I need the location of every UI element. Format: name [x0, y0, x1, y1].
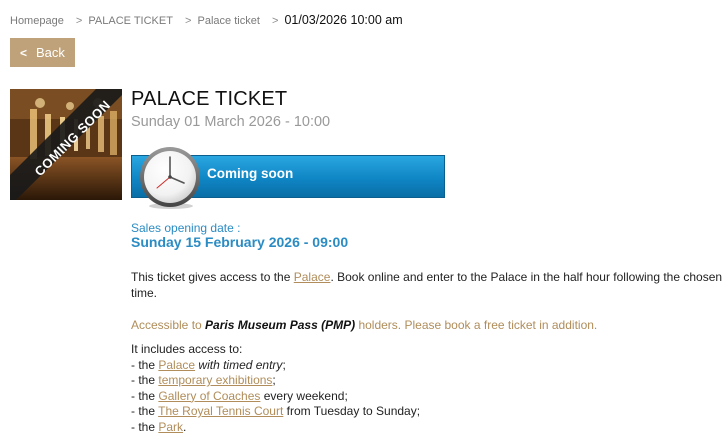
event-thumbnail[interactable]: COMING SOON	[10, 89, 122, 200]
page: Homepage > PALACE TICKET > Palace ticket…	[0, 0, 725, 445]
chevron-left-icon: <	[20, 46, 28, 60]
breadcrumb-palace-ticket-category[interactable]: PALACE TICKET	[88, 15, 173, 27]
palace-link[interactable]: Palace	[158, 358, 195, 372]
coming-soon-label: Coming soon	[207, 166, 294, 181]
gallery-of-coaches-link[interactable]: Gallery of Coaches	[158, 389, 260, 403]
breadcrumb: Homepage > PALACE TICKET > Palace ticket…	[10, 13, 403, 27]
list-item-prefix: - the	[131, 388, 159, 403]
list-item-suffix: from Tuesday to Sunday;	[283, 404, 421, 418]
includes-intro: It includes access to:	[131, 342, 243, 356]
sales-opening-date: Sunday 15 February 2026 - 09:00	[131, 234, 349, 250]
pmp-suffix: holders. Please book a free ticket in ad…	[355, 318, 598, 332]
list-item-prefix: - the	[131, 357, 159, 372]
list-item-note: with timed entry	[195, 357, 283, 372]
ticket-description: This ticket gives access to the Palace. …	[131, 269, 723, 301]
list-item: - the Park.	[131, 420, 420, 436]
list-item-suffix: .	[183, 419, 187, 434]
temporary-exhibitions-link[interactable]: temporary exhibitions	[158, 373, 272, 387]
back-button[interactable]: < Back	[10, 38, 75, 67]
breadcrumb-palace-ticket[interactable]: Palace ticket	[198, 15, 260, 27]
includes-list: It includes access to: - the Palace with…	[131, 342, 420, 435]
royal-tennis-court-link[interactable]: The Royal Tennis Court	[158, 404, 283, 418]
hall-of-mirrors-image: COMING SOON	[10, 89, 122, 200]
list-item: - the The Royal Tennis Court from Tuesda…	[131, 404, 420, 420]
ticket-title: PALACE TICKET	[131, 88, 288, 110]
back-button-label: Back	[36, 45, 65, 60]
breadcrumb-separator: >	[75, 15, 83, 27]
list-item-suffix: ;	[282, 357, 286, 372]
list-item: - the temporary exhibitions;	[131, 373, 420, 389]
park-link[interactable]: Park	[158, 420, 183, 434]
clock-icon	[140, 147, 200, 209]
list-item: - the Gallery of Coaches every weekend;	[131, 389, 420, 405]
list-item-prefix: - the	[131, 419, 159, 434]
breadcrumb-current: 01/03/2026 10:00 am	[284, 13, 403, 27]
list-item: - the Palace with timed entry;	[131, 358, 420, 374]
list-item-prefix: - the	[131, 373, 159, 387]
ticket-datetime: Sunday 01 March 2026 - 10:00	[131, 114, 331, 130]
breadcrumb-separator: >	[185, 15, 192, 27]
breadcrumb-separator: >	[271, 15, 279, 27]
sales-opening-label: Sales opening date :	[131, 221, 241, 235]
pmp-prefix: Accessible to	[131, 318, 206, 332]
pmp-notice: Accessible to Paris Museum Pass (PMP) ho…	[131, 317, 597, 333]
pmp-name: Paris Museum Pass (PMP)	[205, 318, 356, 332]
breadcrumb-home[interactable]: Homepage	[10, 15, 64, 27]
palace-link[interactable]: Palace	[294, 270, 331, 284]
list-item-prefix: - the	[131, 404, 159, 418]
list-item-suffix: every weekend;	[260, 388, 348, 403]
list-item-suffix: ;	[272, 373, 276, 387]
description-text: This ticket gives access to the	[131, 270, 294, 284]
